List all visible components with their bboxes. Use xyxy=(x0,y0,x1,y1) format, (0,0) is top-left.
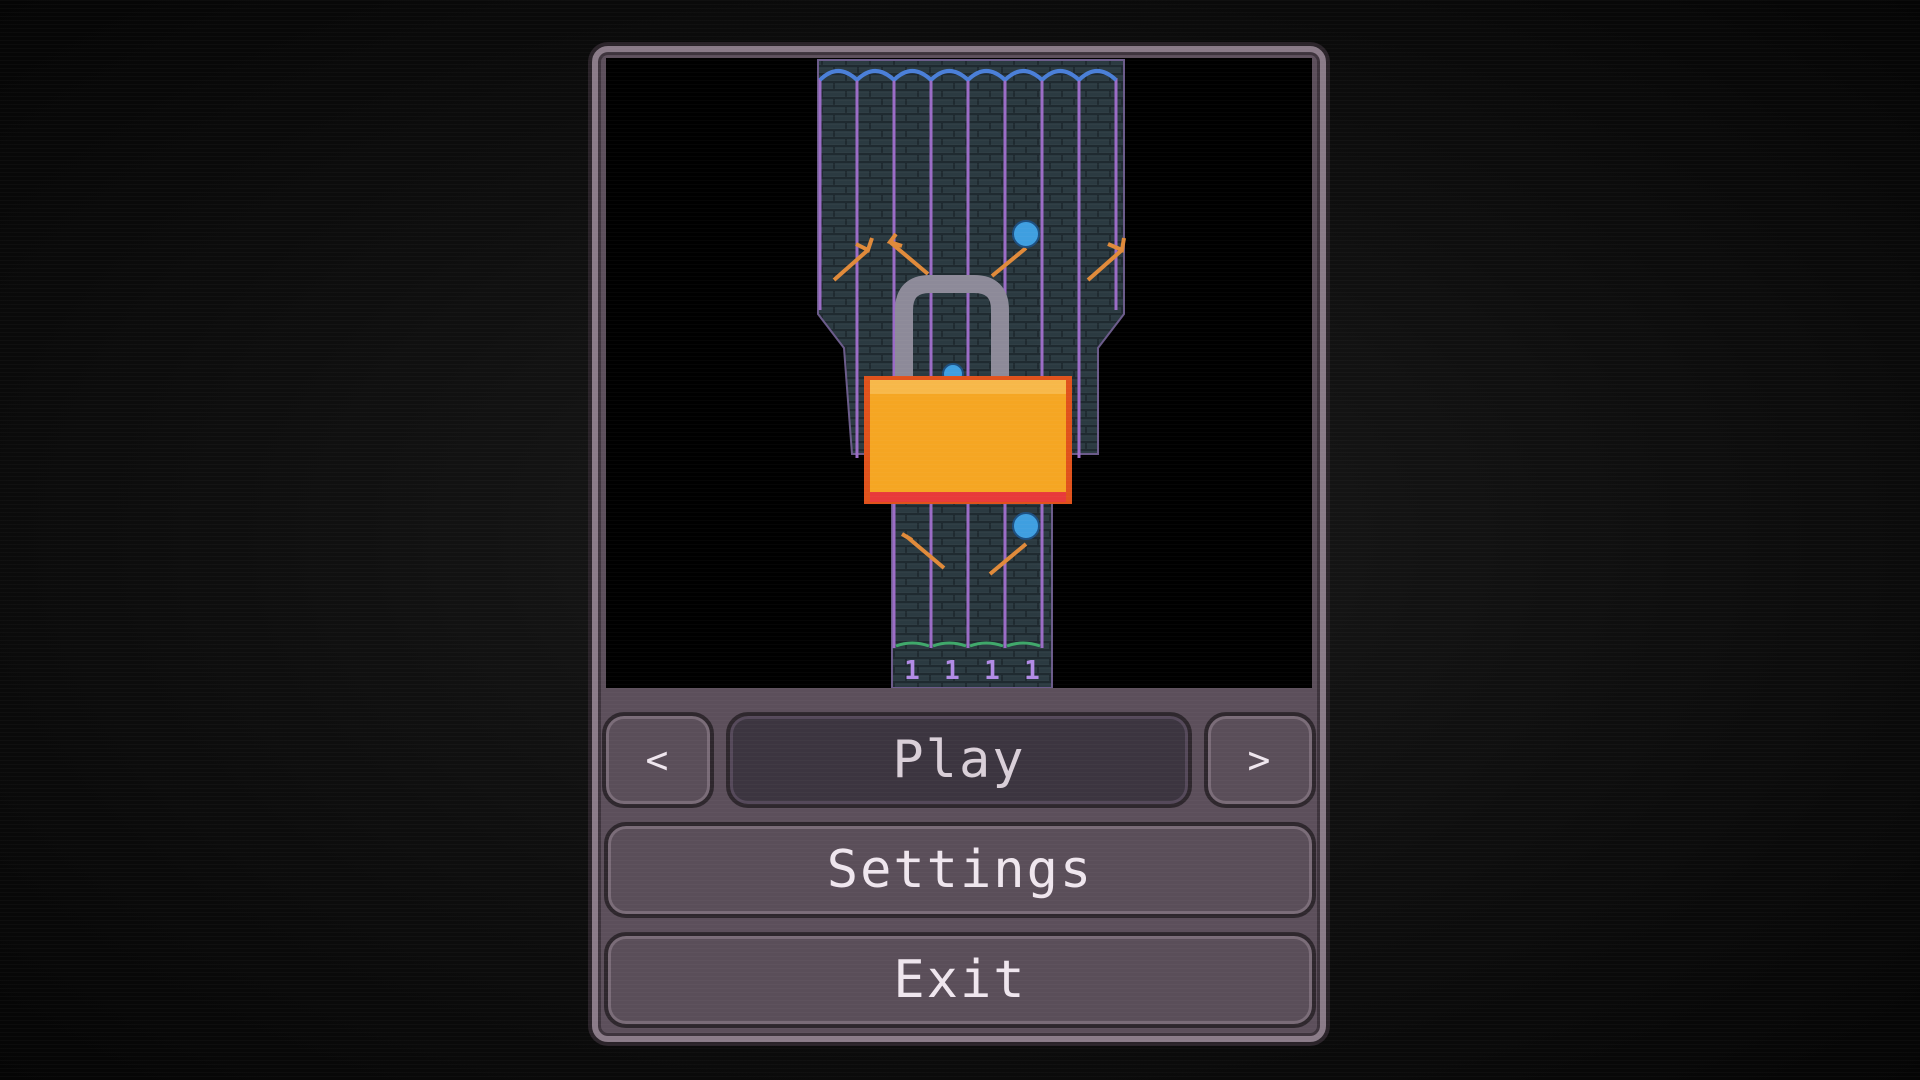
settings-label: Settings xyxy=(826,840,1094,900)
exit-button[interactable]: Exit xyxy=(604,932,1316,1028)
lane-counters: 1 1 1 1 xyxy=(892,656,1052,688)
level-preview: 1 1 1 1 xyxy=(606,58,1312,688)
lane-counter: 1 xyxy=(944,656,960,686)
ball xyxy=(1012,512,1040,540)
ball xyxy=(1012,220,1040,248)
lane-counter: 1 xyxy=(1024,656,1040,686)
play-button[interactable]: Play xyxy=(726,712,1192,808)
chevron-left-icon: < xyxy=(645,738,671,782)
lane-counter: 1 xyxy=(984,656,1000,686)
play-label: Play xyxy=(892,730,1026,790)
game-screen: 1 1 1 1 < Play > Settings Exit xyxy=(0,0,1920,1080)
chevron-right-icon: > xyxy=(1247,738,1273,782)
next-level-button[interactable]: > xyxy=(1204,712,1316,808)
settings-button[interactable]: Settings xyxy=(604,822,1316,918)
level-preview-art xyxy=(817,59,1126,688)
previous-level-button[interactable]: < xyxy=(602,712,714,808)
main-menu-panel: 1 1 1 1 < Play > Settings Exit xyxy=(592,46,1326,1042)
lane-counter: 1 xyxy=(904,656,920,686)
exit-label: Exit xyxy=(893,950,1027,1010)
